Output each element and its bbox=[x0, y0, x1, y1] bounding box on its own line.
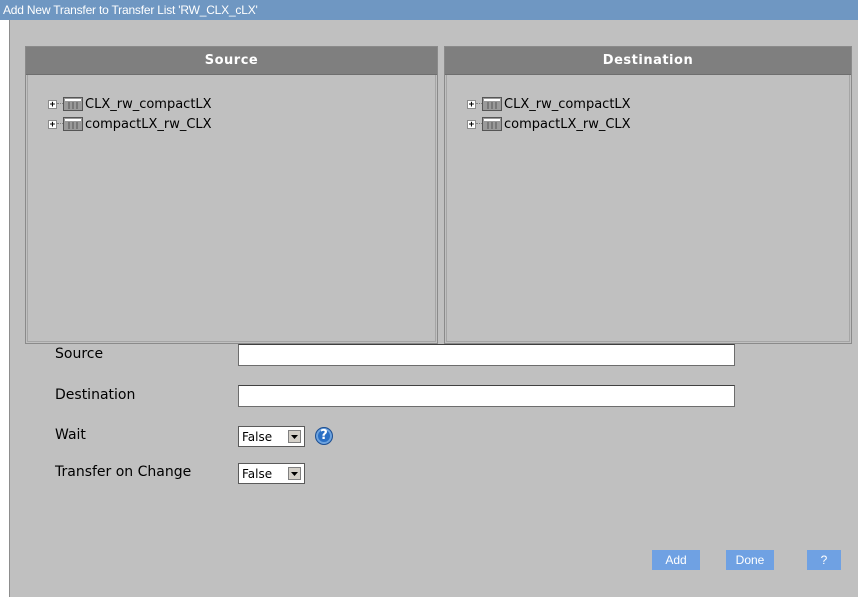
source-input[interactable] bbox=[238, 344, 735, 366]
destination-panel-header: Destination bbox=[445, 47, 851, 75]
expand-plus-icon[interactable]: + bbox=[48, 99, 57, 109]
expand-plus-icon[interactable]: + bbox=[467, 99, 476, 109]
help-icon[interactable]: ? bbox=[315, 427, 333, 445]
tree-node-label[interactable]: compactLX_rw_CLX bbox=[504, 117, 631, 132]
source-label: Source bbox=[55, 346, 104, 362]
transfer-on-change-select[interactable]: False bbox=[238, 463, 305, 484]
wait-select[interactable]: False bbox=[238, 426, 305, 447]
source-panel: Source + CLX_rw_compactLX + compactLX_rw… bbox=[25, 46, 438, 344]
window-title: Add New Transfer to Transfer List 'RW_CL… bbox=[0, 0, 858, 20]
destination-tree-container: + CLX_rw_compactLX + compactLX_rw_CLX bbox=[446, 75, 850, 342]
transfer-on-change-value: False bbox=[242, 466, 273, 481]
expand-plus-icon[interactable]: + bbox=[48, 119, 57, 129]
destination-tree-node[interactable]: + compactLX_rw_CLX bbox=[467, 114, 631, 134]
database-icon bbox=[482, 97, 502, 111]
wait-select-value: False bbox=[242, 429, 273, 444]
source-tree-node[interactable]: + compactLX_rw_CLX bbox=[48, 114, 212, 134]
done-button[interactable]: Done bbox=[726, 550, 774, 570]
destination-input[interactable] bbox=[238, 385, 735, 407]
tree-node-label[interactable]: CLX_rw_compactLX bbox=[504, 97, 631, 112]
source-tree-node[interactable]: + CLX_rw_compactLX bbox=[48, 94, 212, 114]
wait-label: Wait bbox=[55, 427, 86, 443]
database-icon bbox=[63, 117, 83, 131]
tree-node-label[interactable]: CLX_rw_compactLX bbox=[85, 97, 212, 112]
dropdown-arrow-icon[interactable] bbox=[288, 430, 301, 443]
tree-node-label[interactable]: compactLX_rw_CLX bbox=[85, 117, 212, 132]
source-panel-header: Source bbox=[26, 47, 437, 75]
transfer-on-change-label: Transfer on Change bbox=[55, 464, 192, 480]
database-icon bbox=[63, 97, 83, 111]
help-button[interactable]: ? bbox=[807, 550, 841, 570]
destination-panel: Destination + CLX_rw_compactLX + compact… bbox=[444, 46, 852, 344]
expand-plus-icon[interactable]: + bbox=[467, 119, 476, 129]
database-icon bbox=[482, 117, 502, 131]
destination-label: Destination bbox=[55, 387, 136, 403]
source-tree-container: + CLX_rw_compactLX + compactLX_rw_CLX bbox=[27, 75, 436, 342]
source-tree: + CLX_rw_compactLX + compactLX_rw_CLX bbox=[48, 94, 212, 134]
add-button[interactable]: Add bbox=[652, 550, 700, 570]
destination-tree-node[interactable]: + CLX_rw_compactLX bbox=[467, 94, 631, 114]
destination-tree: + CLX_rw_compactLX + compactLX_rw_CLX bbox=[467, 94, 631, 134]
dropdown-arrow-icon[interactable] bbox=[288, 467, 301, 480]
transfer-dialog: Source + CLX_rw_compactLX + compactLX_rw… bbox=[9, 20, 858, 597]
